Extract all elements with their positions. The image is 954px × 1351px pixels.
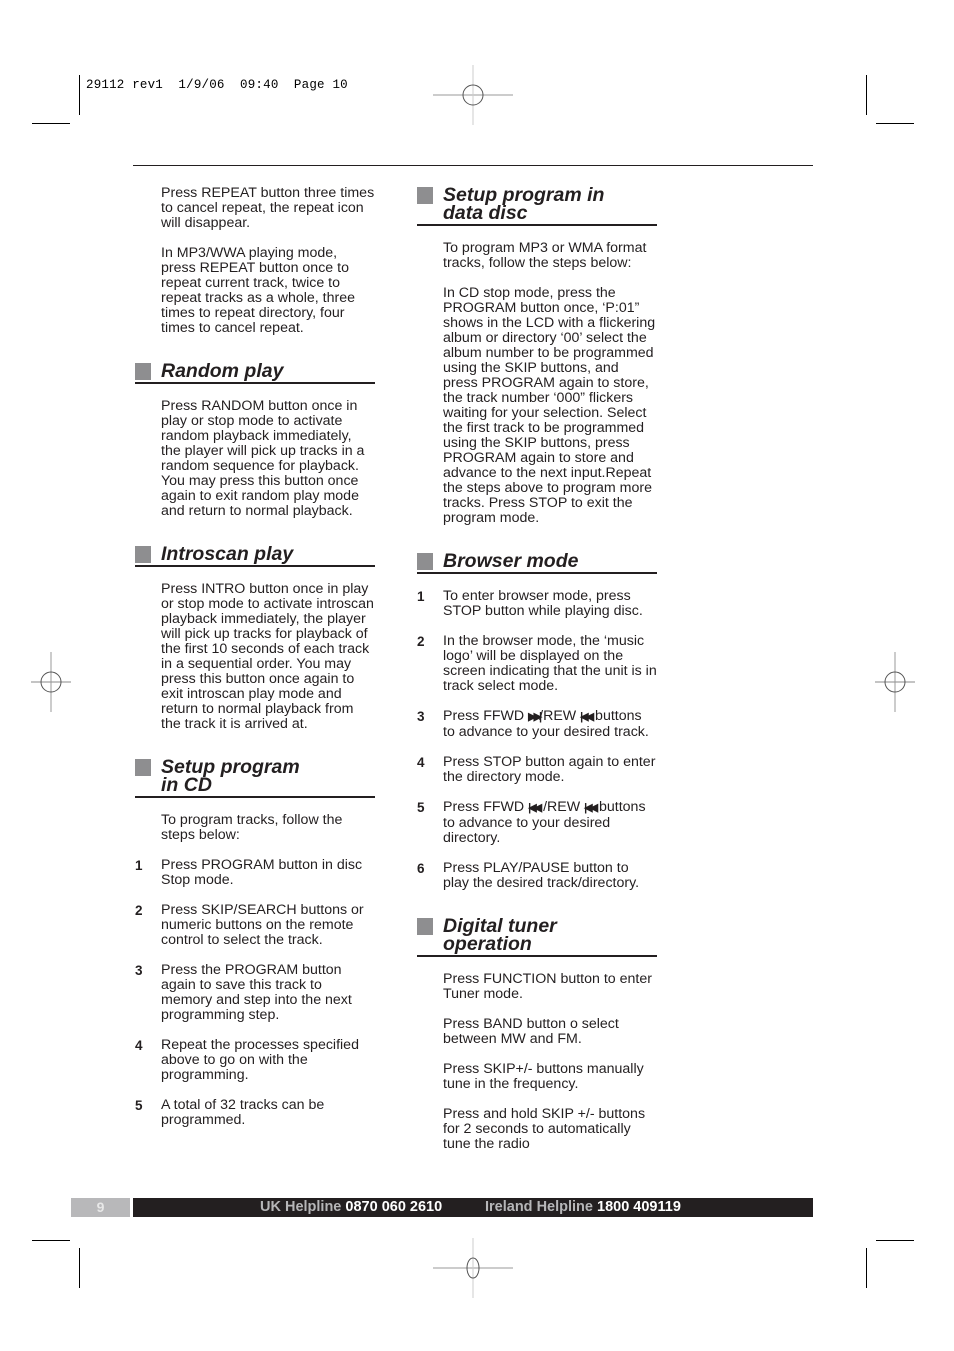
heading-square-icon <box>135 759 151 776</box>
step-number: 4 <box>135 1038 143 1053</box>
browser-step: 1 To enter browser mode, press STOP butto… <box>417 589 657 619</box>
skip-back-icon: |◀◀ <box>528 802 542 814</box>
uk-helpline-label: UK Helpline <box>260 1199 342 1215</box>
print-slug: 29112 rev1 1/9/06 09:40 Page 10 <box>86 78 348 92</box>
step-text: Press STOP button again to enter the dir… <box>443 754 656 785</box>
random-play-body: Press RANDOM button once in play or stop… <box>161 398 365 519</box>
browser-step: 2 In the browser mode, the ‘music logo’ w… <box>417 634 657 694</box>
crop-mark-top-left-h <box>32 123 70 124</box>
ireland-helpline-phone: 1800 409119 <box>597 1199 681 1215</box>
step-text: Press PROGRAM button in disc Stop mode. <box>161 857 363 888</box>
section-title-line2: operation <box>443 933 532 955</box>
left-column: Press REPEAT button three times to cance… <box>135 186 375 1143</box>
skip-forward-icon: ▶▶| <box>528 711 542 723</box>
tuner-paragraph: Press BAND button o select between MW an… <box>443 1016 619 1047</box>
step-number: 5 <box>417 800 425 815</box>
setup-cd-heading: Setup program in CD <box>135 757 375 798</box>
step-number: 3 <box>135 963 143 978</box>
step-number: 2 <box>417 634 425 649</box>
uk-helpline-phone: 0870 060 2610 <box>345 1199 443 1215</box>
step-text-mid: /REW <box>539 799 585 815</box>
helpline-bar: UK Helpline 0870 060 2610 Ireland Helpli… <box>133 1198 813 1217</box>
step-number: 4 <box>417 755 425 770</box>
step-text: Press PLAY/PAUSE button to play the desi… <box>443 860 640 891</box>
setup-cd-step: 1 Press PROGRAM button in disc Stop mode. <box>135 858 375 888</box>
tuner-paragraph: Press and hold SKIP +/- buttons for 2 se… <box>443 1106 646 1152</box>
setup-cd-step: 2 Press SKIP/SEARCH buttons or numeric bu… <box>135 903 375 948</box>
step-text: To enter browser mode, press STOP button… <box>443 588 643 619</box>
browser-step: 6 Press PLAY/PAUSE button to play the des… <box>417 861 657 891</box>
section-title: Introscan play <box>161 543 294 565</box>
step-text-pre: Press FFWD <box>443 708 529 724</box>
heading-square-icon <box>417 187 433 204</box>
setup-data-disc-heading: Setup program in data disc <box>417 185 657 226</box>
crop-mark-top-right-h <box>876 123 914 124</box>
browser-step: 4 Press STOP button again to enter the di… <box>417 755 657 785</box>
step-text: A total of 32 tracks can be programmed. <box>161 1097 325 1128</box>
browser-step: 3 Press FFWD ▶▶|/REW |◀◀ buttons to advan… <box>417 709 657 740</box>
crop-mark-top-left-v <box>79 75 80 115</box>
step-text: Press SKIP/SEARCH buttons or numeric but… <box>161 902 364 948</box>
registration-mark-bottom <box>433 1238 513 1298</box>
setup-cd-step: 3 Press the PROGRAM button again to save … <box>135 963 375 1023</box>
heading-square-icon <box>135 546 151 563</box>
step-text: Repeat the processes specified above to … <box>161 1037 359 1083</box>
setup-data-intro: To program MP3 or WMA format tracks, fol… <box>443 240 647 271</box>
ireland-helpline: Ireland Helpline 1800 409119 <box>485 1198 681 1217</box>
tuner-paragraph: Press FUNCTION button to enter Tuner mod… <box>443 971 652 1002</box>
section-title-line2: data disc <box>443 202 528 224</box>
step-text-mid: /REW <box>539 708 581 724</box>
step-number: 1 <box>135 858 143 873</box>
heading-square-icon <box>417 918 433 935</box>
step-number: 6 <box>417 861 425 876</box>
registration-mark-right <box>855 652 935 712</box>
registration-mark-top <box>433 65 513 125</box>
heading-square-icon <box>417 553 433 570</box>
crop-mark-top-right-v <box>866 75 867 115</box>
section-title: Browser mode <box>443 550 579 572</box>
section-title: Random play <box>161 360 284 382</box>
top-rule <box>133 165 813 166</box>
step-text: In the browser mode, the ‘music logo’ wi… <box>443 633 657 694</box>
skip-back-icon: |◀◀ <box>580 711 594 723</box>
repeat-cancel-paragraph: Press REPEAT button three times to cance… <box>161 185 375 231</box>
step-number: 1 <box>417 589 425 604</box>
step-number: 5 <box>135 1098 143 1113</box>
browser-mode-heading: Browser mode <box>417 550 657 574</box>
introscan-play-body: Press INTRO button once in play or stop … <box>161 581 374 732</box>
browser-step: 5 Press FFWD |◀◀ /REW |◀◀ buttons to adva… <box>417 800 657 846</box>
tuner-paragraph: Press SKIP+/- buttons manually tune in t… <box>443 1061 644 1092</box>
step-number: 2 <box>135 903 143 918</box>
step-text-pre: Press FFWD <box>443 799 529 815</box>
digital-tuner-heading: Digital tuner operation <box>417 916 657 957</box>
right-column: Setup program in data disc To program MP… <box>417 185 657 1167</box>
random-play-heading: Random play <box>135 360 375 384</box>
step-text: Press the PROGRAM button again to save t… <box>161 962 352 1023</box>
crop-mark-bottom-right-h <box>876 1240 914 1241</box>
crop-mark-bottom-right-v <box>866 1248 867 1288</box>
skip-back-icon: |◀◀ <box>584 802 598 814</box>
heading-square-icon <box>135 363 151 380</box>
ireland-helpline-label: Ireland Helpline <box>485 1199 593 1215</box>
section-title-line2: in CD <box>161 774 212 796</box>
uk-helpline: UK Helpline 0870 060 2610 <box>260 1198 442 1217</box>
setup-cd-step: 5 A total of 32 tracks can be programmed. <box>135 1098 375 1128</box>
setup-data-body: In CD stop mode, press the PROGRAM butto… <box>443 285 656 526</box>
setup-cd-intro: To program tracks, follow the steps belo… <box>161 812 343 843</box>
registration-mark-left <box>11 652 91 712</box>
step-number: 3 <box>417 709 425 724</box>
setup-cd-step: 4 Repeat the processes specified above to… <box>135 1038 375 1083</box>
crop-mark-bottom-left-v <box>79 1248 80 1288</box>
introscan-play-heading: Introscan play <box>135 543 375 567</box>
page-number: 9 <box>71 1198 130 1217</box>
mp3-repeat-paragraph: In MP3/WWA playing mode, press REPEAT bu… <box>161 245 355 336</box>
crop-mark-bottom-left-h <box>32 1240 70 1241</box>
